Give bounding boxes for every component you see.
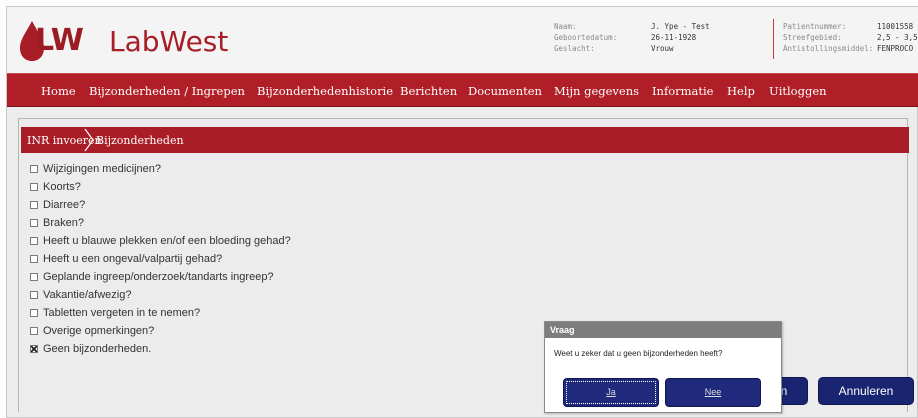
checkbox-checked[interactable]	[30, 345, 38, 353]
nav-berichten[interactable]: Berichten	[400, 84, 457, 98]
nav-home[interactable]: Home	[41, 84, 76, 98]
checkbox[interactable]	[30, 237, 38, 245]
question-vakantie[interactable]: Vakantie/afwezig?	[30, 289, 131, 301]
antistollingsmiddel-label: Antistollingsmiddel:	[783, 44, 874, 53]
nav-documenten[interactable]: Documenten	[468, 84, 542, 98]
checkbox[interactable]	[30, 219, 38, 227]
naam-value: J. Ype - Test	[651, 22, 710, 31]
logo-name: LabWest	[109, 25, 229, 58]
nee-button[interactable]: Nee	[665, 378, 761, 407]
ja-button[interactable]: Ja	[563, 378, 659, 407]
nav-help[interactable]: Help	[727, 84, 755, 98]
question-diarree[interactable]: Diarree?	[30, 199, 85, 211]
nav-bijzonderheden-ingrepen[interactable]: Bijzonderheden / Ingrepen	[89, 84, 245, 98]
header-divider	[773, 19, 774, 59]
question-braken[interactable]: Braken?	[30, 217, 84, 229]
logo-mark: LW	[35, 23, 84, 58]
geboortedatum-value: 26-11-1928	[651, 33, 697, 42]
antistollingsmiddel-value: FENPROCO	[877, 44, 914, 53]
question-blauwe-plekken[interactable]: Heeft u blauwe plekken en/of een bloedin…	[30, 235, 291, 247]
geboortedatum-label: Geboortedatum:	[554, 33, 618, 42]
checkbox[interactable]	[30, 255, 38, 263]
nav-mijn-gegevens[interactable]: Mijn gegevens	[554, 84, 639, 98]
checkbox[interactable]	[30, 183, 38, 191]
labwest-logo[interactable]: LW LabWest	[17, 19, 257, 63]
dialog-title: Vraag	[545, 322, 781, 338]
chevron-right-icon	[84, 128, 94, 152]
header: LW LabWest Naam: Geboortedatum: Geslacht…	[7, 7, 918, 73]
checkbox[interactable]	[30, 309, 38, 317]
patient-labels-2: Patientnummer: Streefgebied: Antistollin…	[783, 21, 873, 54]
checkbox[interactable]	[30, 273, 38, 281]
breadcrumb: INR invoeren Bijzonderheden	[21, 127, 909, 153]
checkbox[interactable]	[30, 201, 38, 209]
nav-uitloggen[interactable]: Uitloggen	[769, 84, 827, 98]
question-geplande-ingreep[interactable]: Geplande ingreep/onderzoek/tandarts ingr…	[30, 271, 274, 283]
question-overige-opmerkingen[interactable]: Overige opmerkingen?	[30, 325, 154, 337]
checkbox[interactable]	[30, 165, 38, 173]
question-wijzigingen-medicijnen[interactable]: Wijzigingen medicijnen?	[30, 163, 161, 175]
patient-values-1: J. Ype - Test 26-11-1928 Vrouw	[651, 21, 710, 54]
naam-label: Naam:	[554, 22, 577, 31]
geslacht-label: Geslacht:	[554, 44, 595, 53]
question-koorts[interactable]: Koorts?	[30, 181, 81, 193]
nav-bijzonderhedenhistorie[interactable]: Bijzonderhedenhistorie	[257, 84, 393, 98]
confirm-dialog: Vraag Weet u zeker dat u geen bijzonderh…	[544, 321, 782, 413]
patient-values-2: 11001558 2,5 - 3,5 FENPROCO	[877, 21, 918, 54]
geslacht-value: Vrouw	[651, 44, 674, 53]
dialog-message: Weet u zeker dat u geen bijzonderheden h…	[554, 349, 723, 358]
nav-informatie[interactable]: Informatie	[652, 84, 714, 98]
streefgebied-value: 2,5 - 3,5	[877, 33, 918, 42]
breadcrumb-bijzonderheden[interactable]: Bijzonderheden	[96, 134, 184, 147]
main-nav: Home Bijzonderheden / Ingrepen Bijzonder…	[7, 73, 918, 107]
streefgebied-label: Streefgebied:	[783, 33, 842, 42]
question-ongeval[interactable]: Heeft u een ongeval/valpartij gehad?	[30, 253, 222, 265]
patientnummer-value: 11001558	[877, 22, 914, 31]
patientnummer-label: Patientnummer:	[783, 22, 847, 31]
question-tabletten-vergeten[interactable]: Tabletten vergeten in te nemen?	[30, 307, 200, 319]
annuleren-button[interactable]: Annuleren	[818, 377, 914, 405]
checkbox[interactable]	[30, 291, 38, 299]
patient-labels-1: Naam: Geboortedatum: Geslacht:	[554, 21, 617, 54]
checkbox[interactable]	[30, 327, 38, 335]
question-geen-bijzonderheden[interactable]: Geen bijzonderheden.	[30, 343, 151, 355]
